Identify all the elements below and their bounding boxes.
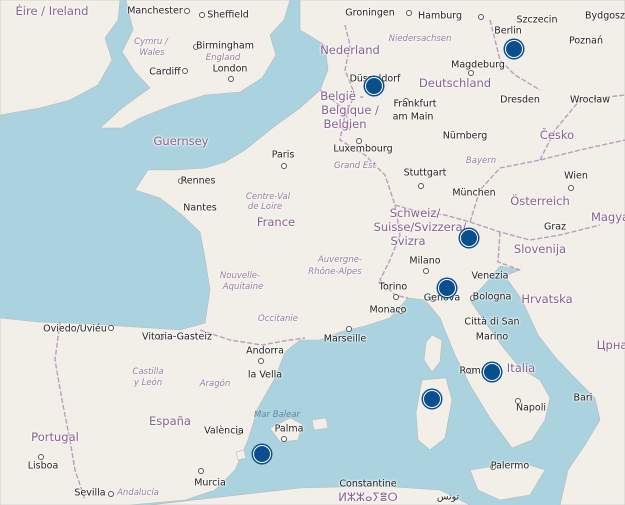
city-dot	[184, 8, 190, 14]
city-dot	[228, 76, 234, 82]
city-dot	[430, 296, 436, 302]
city-dot	[356, 138, 362, 144]
map-marker-roma[interactable]	[483, 363, 501, 381]
city-dot	[108, 491, 114, 497]
city-dot	[193, 44, 199, 50]
map-marker-alps[interactable]	[460, 229, 478, 247]
city-dot	[515, 398, 521, 404]
city-dot	[108, 325, 114, 331]
city-dot	[281, 436, 287, 442]
city-dot	[403, 98, 409, 104]
city-dot	[182, 68, 188, 74]
city-dot	[490, 464, 496, 470]
city-dot	[398, 308, 404, 314]
city-dot	[158, 334, 164, 340]
city-dot	[38, 454, 44, 460]
city-dot	[393, 294, 399, 300]
map-marker-berlin[interactable]	[505, 40, 523, 58]
city-dot	[423, 268, 429, 274]
city-dot	[178, 178, 184, 184]
city-dot	[468, 70, 474, 76]
city-dot	[236, 429, 242, 435]
map-marker-dusseldorf[interactable]	[365, 77, 383, 95]
city-dot	[199, 12, 205, 18]
city-dot	[198, 468, 204, 474]
map-marker-sardinia[interactable]	[423, 390, 441, 408]
map-marker-genova[interactable]	[438, 279, 456, 297]
city-dot	[478, 14, 484, 20]
city-dot	[568, 185, 574, 191]
city-dot	[258, 358, 264, 364]
city-dot	[406, 10, 412, 16]
city-dot	[470, 295, 476, 301]
map-marker-balearic[interactable]	[253, 445, 271, 463]
city-dot	[281, 163, 287, 169]
city-dot	[468, 368, 474, 374]
map-basemap	[0, 0, 625, 505]
city-dot	[418, 183, 424, 189]
map-view[interactable]: Éire / Ireland Manchester Sheffield Cymru /…	[0, 0, 625, 505]
city-dot	[346, 326, 352, 332]
